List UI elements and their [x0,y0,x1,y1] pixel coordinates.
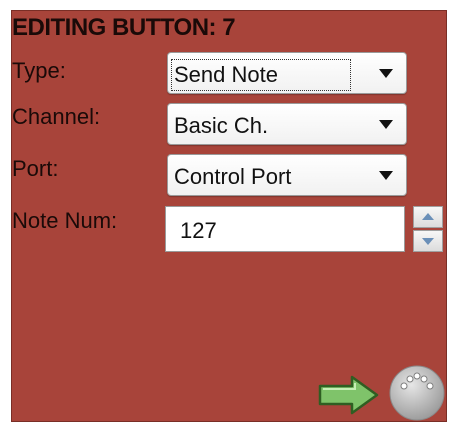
channel-label: Channel: [12,104,101,129]
port-label: Port: [12,156,59,181]
spin-down-icon [422,238,434,245]
note-num-value: 127 [180,218,217,243]
type-label: Type: [12,58,66,83]
port-dropdown[interactable]: Control Port [167,154,407,196]
spin-up-button[interactable] [413,206,443,228]
green-arrow-right-icon[interactable] [318,374,380,416]
spin-down-button[interactable] [413,230,443,252]
channel-value: Basic Ch. [174,113,269,138]
spin-up-icon [422,213,434,220]
channel-dropdown[interactable]: Basic Ch. [167,103,407,145]
chevron-down-icon [379,69,393,78]
panel-title: EDITING BUTTON: 7 [12,14,236,41]
midi-connector-icon[interactable] [388,364,446,422]
type-dropdown[interactable]: Send Note [167,52,407,94]
note-num-spinner [413,206,443,252]
type-value: Send Note [171,59,351,91]
note-num-label: Note Num: [12,208,118,233]
chevron-down-icon [379,120,393,129]
port-value: Control Port [174,164,292,189]
note-num-input[interactable]: 127 [165,206,405,252]
chevron-down-icon [379,171,393,180]
